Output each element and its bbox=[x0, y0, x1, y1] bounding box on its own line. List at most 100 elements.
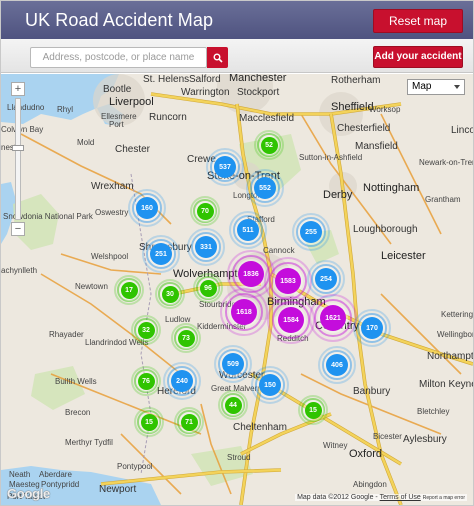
place-label-nottingham: Nottingham bbox=[363, 182, 420, 194]
cluster-count: 1583 bbox=[280, 277, 296, 285]
place-label-rotherham: Rotherham bbox=[331, 75, 381, 86]
attribution-text: Map data ©2012 Google - bbox=[297, 494, 378, 501]
map-type-select[interactable]: Map bbox=[407, 79, 465, 95]
chevron-down-icon bbox=[454, 85, 460, 89]
place-label-oswestry: Oswestry bbox=[95, 208, 129, 217]
cluster-count: 150 bbox=[264, 381, 276, 389]
place-label-grantham: Grantham bbox=[425, 195, 461, 204]
cluster-blue-552[interactable]: 552 bbox=[246, 169, 284, 207]
report-error-link[interactable]: Report a map error bbox=[423, 495, 465, 501]
app-window: UK Road Accident Map Reset map Add your … bbox=[0, 0, 474, 506]
cluster-count: 96 bbox=[204, 284, 212, 292]
add-accident-button[interactable]: Add your accident bbox=[373, 46, 463, 68]
cluster-count: 170 bbox=[366, 324, 378, 332]
zoom-slider[interactable] bbox=[12, 98, 24, 220]
cluster-blue-160[interactable]: 160 bbox=[128, 189, 166, 227]
place-label-bootle: Bootle bbox=[103, 84, 132, 95]
cluster-blue-254[interactable]: 254 bbox=[307, 260, 345, 298]
cluster-purple-1621[interactable]: 1621 bbox=[309, 294, 357, 342]
place-label-banbury: Banbury bbox=[353, 386, 391, 397]
cluster-green-30[interactable]: 30 bbox=[155, 279, 185, 309]
cluster-count: 15 bbox=[145, 418, 153, 426]
place-label-worksop: Worksop bbox=[369, 105, 401, 114]
cluster-green-73[interactable]: 73 bbox=[171, 323, 201, 353]
cluster-count: 537 bbox=[219, 163, 231, 171]
place-label-mold: Mold bbox=[77, 138, 95, 147]
zoom-slider-handle[interactable] bbox=[12, 145, 24, 151]
place-label-abingdon: Abingdon bbox=[353, 480, 387, 489]
map-canvas[interactable]: St. Helens Salford Manchester Rotherham Boot… bbox=[1, 74, 473, 505]
cluster-count: 70 bbox=[201, 207, 209, 215]
place-label-macclesfield: Macclesfield bbox=[239, 113, 295, 124]
cluster-count: 406 bbox=[331, 361, 343, 369]
cluster-blue-331[interactable]: 331 bbox=[187, 228, 225, 266]
search-input[interactable] bbox=[30, 47, 207, 68]
cluster-blue-537[interactable]: 537 bbox=[206, 148, 244, 186]
search-button[interactable] bbox=[207, 47, 228, 68]
place-label-wellingborough: Wellingborough bbox=[437, 330, 473, 339]
cluster-green-71[interactable]: 71 bbox=[174, 407, 204, 437]
reset-map-button[interactable]: Reset map bbox=[373, 9, 463, 33]
place-label-brecon: Brecon bbox=[65, 408, 91, 417]
place-label-stroud: Stroud bbox=[227, 453, 251, 462]
cluster-blue-511[interactable]: 511 bbox=[229, 211, 267, 249]
place-label-witney: Witney bbox=[323, 441, 348, 450]
place-label-bicester: Bicester bbox=[373, 432, 402, 441]
cluster-blue-240[interactable]: 240 bbox=[163, 362, 201, 400]
place-label-newark-on-trent: Newark-on-Trent bbox=[419, 158, 473, 167]
place-label-milton-keynes: Milton Keynes bbox=[419, 379, 473, 390]
cluster-purple-1584[interactable]: 1584 bbox=[267, 296, 315, 344]
place-label-aylesbury: Aylesbury bbox=[403, 434, 447, 445]
place-label-chester: Chester bbox=[115, 144, 151, 155]
place-label-pontypool: Pontypool bbox=[117, 462, 153, 471]
cluster-green-17[interactable]: 17 bbox=[114, 275, 144, 305]
place-label-builth-wells: Builth Wells bbox=[55, 377, 97, 386]
place-label-loughborough: Loughborough bbox=[353, 224, 418, 235]
cluster-count: 1621 bbox=[325, 314, 341, 322]
cluster-green-32[interactable]: 32 bbox=[131, 315, 161, 345]
cluster-blue-406[interactable]: 406 bbox=[318, 346, 356, 384]
map-attribution: Map data ©2012 Google - Terms of Use Rep… bbox=[295, 494, 467, 501]
place-label-kettering: Kettering bbox=[441, 310, 473, 319]
cluster-count: 32 bbox=[142, 326, 150, 334]
cluster-green-15[interactable]: 15 bbox=[298, 395, 328, 425]
cluster-count: 1618 bbox=[236, 308, 252, 316]
zoom-in-button[interactable]: + bbox=[11, 82, 25, 96]
cluster-purple-1618[interactable]: 1618 bbox=[220, 288, 268, 336]
place-label-warrington: Warrington bbox=[181, 87, 230, 98]
cluster-count: 511 bbox=[242, 226, 254, 234]
cluster-blue-251[interactable]: 251 bbox=[142, 235, 180, 273]
place-label-merthyr: Merthyr Tydfil bbox=[65, 438, 113, 447]
map-type-label: Map bbox=[412, 81, 432, 92]
cluster-count: 30 bbox=[166, 290, 174, 298]
place-label-neath: Neath bbox=[9, 470, 31, 479]
place-label-derby: Derby bbox=[323, 189, 353, 201]
cluster-green-15[interactable]: 15 bbox=[134, 407, 164, 437]
place-label-rhyl: Rhyl bbox=[57, 105, 74, 114]
place-label-st-helens: St. Helens bbox=[143, 74, 190, 85]
place-label-aberdare: Aberdare bbox=[39, 470, 72, 479]
cluster-green-70[interactable]: 70 bbox=[190, 196, 220, 226]
cluster-blue-170[interactable]: 170 bbox=[353, 309, 391, 347]
zoom-out-button[interactable]: − bbox=[11, 222, 25, 236]
cluster-count: 52 bbox=[265, 141, 273, 149]
cluster-blue-509[interactable]: 509 bbox=[214, 345, 252, 383]
cluster-blue-150[interactable]: 150 bbox=[251, 366, 289, 404]
google-logo: Google bbox=[7, 486, 50, 501]
place-label-sutton-in-ashfield: Sutton-in-Ashfield bbox=[299, 153, 363, 162]
cluster-count: 73 bbox=[182, 334, 190, 342]
terms-link[interactable]: Terms of Use bbox=[380, 494, 421, 501]
place-label-runcorn: Runcorn bbox=[149, 112, 187, 123]
place-label-stockport: Stockport bbox=[237, 87, 280, 98]
place-label-chesterfield: Chesterfield bbox=[337, 123, 391, 134]
cluster-count: 71 bbox=[185, 418, 193, 426]
place-label-leicester: Leicester bbox=[381, 250, 426, 262]
cluster-green-52[interactable]: 52 bbox=[254, 130, 284, 160]
place-label-sheffield: Sheffield bbox=[331, 101, 374, 113]
cluster-count: 1584 bbox=[283, 316, 299, 324]
cluster-green-96[interactable]: 96 bbox=[193, 273, 223, 303]
place-label-northampton: Northampton bbox=[427, 351, 473, 362]
cluster-green-44[interactable]: 44 bbox=[218, 390, 248, 420]
cluster-green-76[interactable]: 76 bbox=[131, 366, 161, 396]
cluster-blue-255[interactable]: 255 bbox=[292, 213, 330, 251]
